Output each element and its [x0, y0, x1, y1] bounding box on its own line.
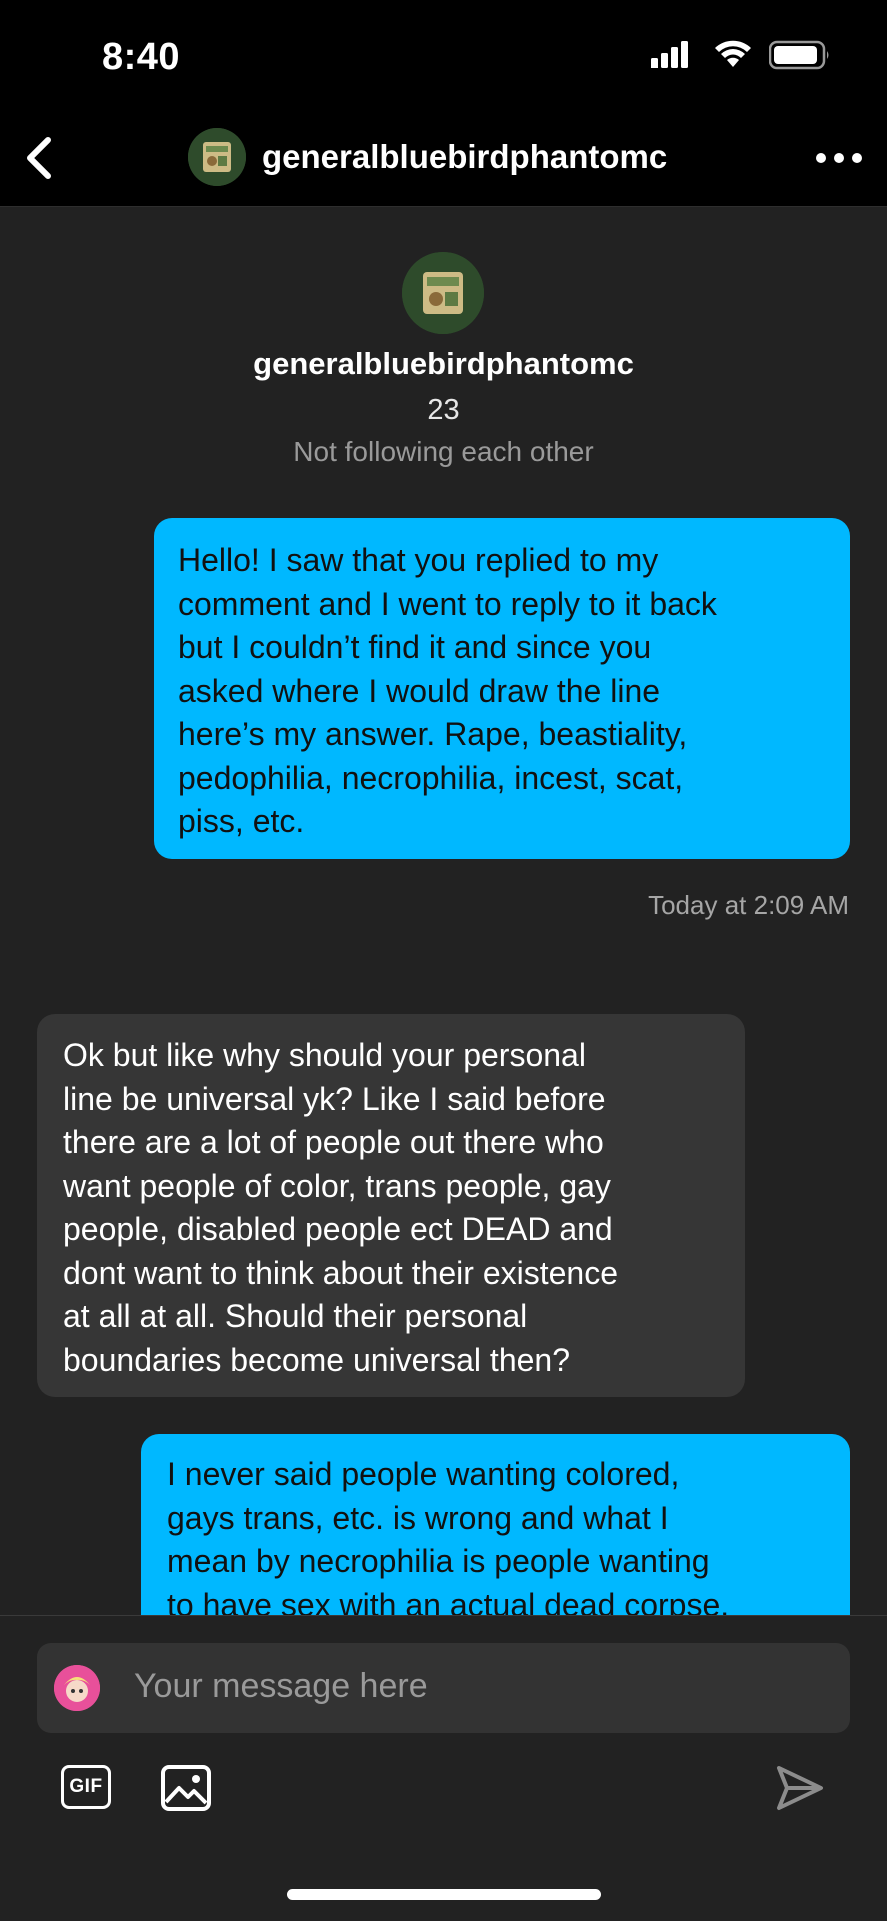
cellular-signal-icon	[651, 41, 688, 68]
message-input[interactable]	[134, 1667, 814, 1706]
header-username[interactable]: generalbluebirdphantomc	[262, 138, 667, 176]
message-timestamp: Today at 2:09 AM	[648, 890, 849, 920]
message-input-container[interactable]	[37, 1643, 850, 1733]
conversation-header: generalbluebirdphantomc	[0, 110, 887, 207]
more-options-icon[interactable]	[809, 146, 869, 170]
image-icon[interactable]	[160, 1764, 212, 1812]
my-avatar	[54, 1665, 100, 1711]
avatar-image-icon	[188, 128, 246, 186]
profile-avatar[interactable]	[402, 252, 484, 334]
send-icon[interactable]	[774, 1762, 826, 1814]
wifi-icon	[715, 40, 751, 67]
battery-icon	[769, 40, 829, 70]
profile-username[interactable]: generalbluebirdphantomc	[0, 346, 887, 382]
profile-count: 23	[427, 394, 460, 426]
message-composer: GIF	[0, 1615, 887, 1921]
message-bubble-incoming[interactable]: Ok but like why should your personal lin…	[37, 1014, 745, 1397]
back-chevron-icon[interactable]	[18, 134, 62, 182]
message-bubble-outgoing[interactable]: I never said people wanting colored, gay…	[141, 1434, 850, 1634]
status-time: 8:40	[102, 36, 181, 78]
home-indicator	[287, 1889, 601, 1900]
status-icons	[651, 40, 831, 70]
avatar-image-icon	[54, 1665, 100, 1711]
header-avatar[interactable]	[188, 128, 246, 186]
message-bubble-outgoing[interactable]: Hello! I saw that you replied to my comm…	[154, 518, 850, 859]
avatar-image-icon	[402, 252, 484, 334]
status-bar: 8:40	[0, 0, 887, 110]
gif-button[interactable]: GIF	[61, 1765, 111, 1809]
gif-button-label: GIF	[69, 1776, 103, 1797]
follow-status: Not following each other	[293, 436, 594, 467]
